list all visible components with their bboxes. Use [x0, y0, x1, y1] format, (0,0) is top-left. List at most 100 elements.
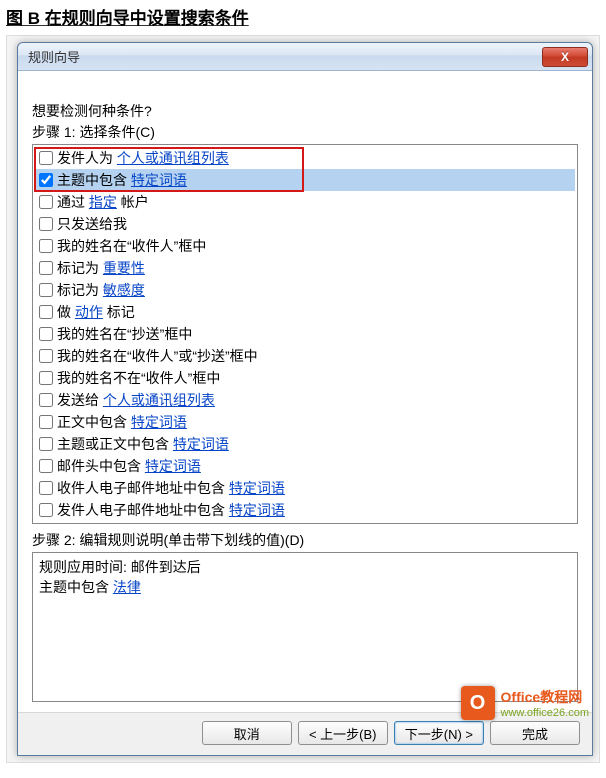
- condition-prefix: 通过: [57, 194, 89, 210]
- condition-label: 主题或正文中包含 特定词语: [57, 434, 229, 454]
- figure-frame: 规则向导 X 想要检测何种条件? 步骤 1: 选择条件(C) 发件人为 个人或通…: [6, 35, 600, 763]
- figure-title: 图 B 在规则向导中设置搜索条件: [0, 0, 606, 35]
- condition-link[interactable]: 敏感度: [103, 282, 145, 298]
- condition-checkbox[interactable]: [39, 393, 53, 407]
- condition-label: 收件人电子邮件地址中包含 特定词语: [57, 478, 285, 498]
- condition-label: 标记为 敏感度: [57, 280, 145, 300]
- condition-link[interactable]: 特定词语: [131, 172, 187, 188]
- condition-checkbox[interactable]: [39, 151, 53, 165]
- condition-row[interactable]: 只发送给我: [35, 213, 575, 235]
- condition-checkbox[interactable]: [39, 327, 53, 341]
- condition-suffix: 标记: [103, 304, 135, 320]
- condition-link[interactable]: 特定词语: [145, 458, 201, 474]
- condition-link[interactable]: 特定词语: [229, 502, 285, 518]
- condition-label: 通过 指定 帐户: [57, 192, 149, 212]
- back-button[interactable]: < 上一步(B): [298, 721, 388, 745]
- description-line1: 规则应用时间: 邮件到达后: [39, 557, 571, 577]
- finish-button[interactable]: 完成: [490, 721, 580, 745]
- condition-prefix: 我的姓名在“抄送”框中: [57, 326, 192, 342]
- condition-label: 我的姓名在“抄送”框中: [57, 324, 192, 344]
- condition-prefix: 主题或正文中包含: [57, 436, 173, 452]
- window-title: 规则向导: [28, 47, 542, 66]
- condition-row[interactable]: 主题中包含 特定词语: [35, 169, 575, 191]
- condition-prefix: 标记为: [57, 260, 103, 276]
- condition-checkbox[interactable]: [39, 349, 53, 363]
- condition-link[interactable]: 特定词语: [229, 480, 285, 496]
- condition-label: 邮件头中包含 特定词语: [57, 456, 201, 476]
- condition-checkbox[interactable]: [39, 503, 53, 517]
- condition-checkbox[interactable]: [39, 195, 53, 209]
- condition-prefix: 做: [57, 304, 75, 320]
- condition-row[interactable]: 发送给 个人或通讯组列表: [35, 389, 575, 411]
- watermark-brand: Office教程网: [501, 687, 589, 707]
- condition-prefix: 发送给: [57, 392, 103, 408]
- condition-prefix: 邮件头中包含: [57, 458, 145, 474]
- condition-row[interactable]: 发件人为 个人或通讯组列表: [35, 147, 575, 169]
- watermark-text: Office教程网 www.office26.com: [501, 687, 589, 719]
- condition-link[interactable]: 指定: [89, 194, 117, 210]
- condition-label: 我的姓名在“收件人”框中: [57, 236, 206, 256]
- condition-checkbox[interactable]: [39, 239, 53, 253]
- condition-checkbox[interactable]: [39, 173, 53, 187]
- condition-checkbox[interactable]: [39, 305, 53, 319]
- description-line2: 主题中包含 法律: [39, 577, 571, 597]
- condition-row[interactable]: 标记为 重要性: [35, 257, 575, 279]
- condition-label: 发件人为 个人或通讯组列表: [57, 148, 229, 168]
- condition-link[interactable]: 个人或通讯组列表: [117, 150, 229, 166]
- condition-row[interactable]: 正文中包含 特定词语: [35, 411, 575, 433]
- condition-prefix: 发件人电子邮件地址中包含: [57, 502, 229, 518]
- condition-prefix: 正文中包含: [57, 414, 131, 430]
- condition-label: 我的姓名不在“收件人”框中: [57, 368, 220, 388]
- condition-row[interactable]: 我的姓名在“抄送”框中: [35, 323, 575, 345]
- condition-prefix: 我的姓名在“收件人”或“抄送”框中: [57, 348, 258, 364]
- titlebar[interactable]: 规则向导 X: [18, 43, 592, 71]
- condition-row[interactable]: 通过 指定 帐户: [35, 191, 575, 213]
- close-button[interactable]: X: [542, 47, 588, 67]
- condition-checkbox[interactable]: [39, 371, 53, 385]
- condition-row[interactable]: 做 动作 标记: [35, 301, 575, 323]
- condition-link[interactable]: 重要性: [103, 260, 145, 276]
- conditions-listbox: 发件人为 个人或通讯组列表主题中包含 特定词语通过 指定 帐户只发送给我我的姓名…: [32, 144, 578, 524]
- condition-prefix: 收件人电子邮件地址中包含: [57, 480, 229, 496]
- condition-checkbox[interactable]: [39, 415, 53, 429]
- condition-label: 标记为 重要性: [57, 258, 145, 278]
- condition-checkbox[interactable]: [39, 437, 53, 451]
- condition-link[interactable]: 特定词语: [131, 414, 187, 430]
- condition-label: 我的姓名在“收件人”或“抄送”框中: [57, 346, 258, 366]
- rule-description-box[interactable]: 规则应用时间: 邮件到达后 主题中包含 法律: [32, 552, 578, 702]
- condition-row[interactable]: 主题或正文中包含 特定词语: [35, 433, 575, 455]
- condition-link[interactable]: 动作: [75, 304, 103, 320]
- condition-link[interactable]: 特定词语: [173, 436, 229, 452]
- description-link-keyword[interactable]: 法律: [113, 579, 141, 595]
- condition-checkbox[interactable]: [39, 261, 53, 275]
- condition-row[interactable]: 我的姓名在“收件人”框中: [35, 235, 575, 257]
- condition-row[interactable]: 我的姓名在“收件人”或“抄送”框中: [35, 345, 575, 367]
- condition-row[interactable]: 邮件头中包含 特定词语: [35, 455, 575, 477]
- condition-prefix: 我的姓名不在“收件人”框中: [57, 370, 220, 386]
- condition-label: 主题中包含 特定词语: [57, 170, 187, 190]
- condition-row[interactable]: 标记为 敏感度: [35, 279, 575, 301]
- condition-suffix: 帐户: [117, 194, 149, 210]
- condition-checkbox[interactable]: [39, 217, 53, 231]
- watermark-url: www.office26.com: [501, 707, 589, 719]
- condition-label: 只发送给我: [57, 214, 127, 234]
- condition-link[interactable]: 个人或通讯组列表: [103, 392, 215, 408]
- cancel-button[interactable]: 取消: [202, 721, 292, 745]
- condition-row[interactable]: 分配为 类别 类别: [35, 521, 575, 523]
- condition-label: 正文中包含 特定词语: [57, 412, 187, 432]
- condition-prefix: 主题中包含: [57, 172, 131, 188]
- condition-checkbox[interactable]: [39, 459, 53, 473]
- condition-checkbox[interactable]: [39, 481, 53, 495]
- condition-row[interactable]: 发件人电子邮件地址中包含 特定词语: [35, 499, 575, 521]
- condition-prefix: 标记为: [57, 282, 103, 298]
- rules-wizard-window: 规则向导 X 想要检测何种条件? 步骤 1: 选择条件(C) 发件人为 个人或通…: [17, 42, 593, 756]
- next-button[interactable]: 下一步(N) >: [394, 721, 484, 745]
- conditions-scroll[interactable]: 发件人为 个人或通讯组列表主题中包含 特定词语通过 指定 帐户只发送给我我的姓名…: [33, 145, 577, 523]
- condition-prefix: 发件人为: [57, 150, 117, 166]
- condition-label: 发件人电子邮件地址中包含 特定词语: [57, 500, 285, 520]
- condition-row[interactable]: 我的姓名不在“收件人”框中: [35, 367, 575, 389]
- step2-label: 步骤 2: 编辑规则说明(单击带下划线的值)(D): [32, 530, 578, 550]
- office-logo-icon: O: [461, 686, 495, 720]
- condition-checkbox[interactable]: [39, 283, 53, 297]
- condition-row[interactable]: 收件人电子邮件地址中包含 特定词语: [35, 477, 575, 499]
